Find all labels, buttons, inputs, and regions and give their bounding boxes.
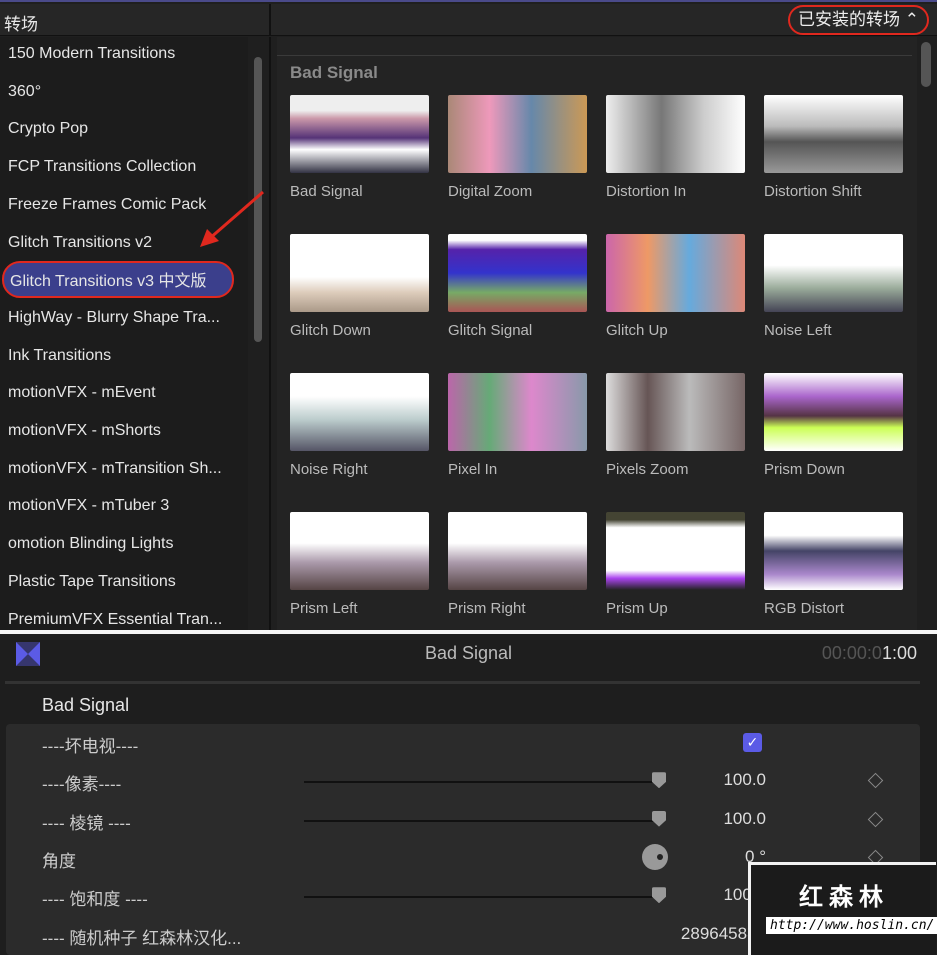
transition-grid: Bad Signal Bad Signal Digital Zoom Distort…: [277, 37, 917, 632]
sidebar-item[interactable]: Glitch Transitions v3 中文版: [2, 261, 234, 299]
inspector-title: Bad Signal: [424, 643, 513, 663]
param-name: ----像素----: [42, 775, 122, 795]
slider-knob[interactable]: [652, 810, 666, 827]
thumbnail-image: [764, 512, 903, 590]
thumbnail-label: Pixels Zoom: [606, 461, 689, 478]
thumbnail-label: Prism Right: [448, 600, 526, 617]
param-name: ---- 随机种子 红森林汉化...: [42, 928, 242, 948]
transition-thumbnail[interactable]: RGB Distort: [764, 512, 904, 617]
sidebar-item[interactable]: omotion Blinding Lights: [0, 525, 248, 562]
thumbnail-label: Noise Right: [290, 461, 368, 478]
transition-thumbnail[interactable]: Digital Zoom: [448, 95, 588, 200]
panel-title: 转场: [4, 15, 38, 34]
thumbnail-image: [448, 95, 587, 173]
transition-thumbnail[interactable]: Noise Left: [764, 234, 904, 339]
sidebar-item[interactable]: motionVFX - mTransition Sh...: [0, 450, 248, 487]
param-name: ----坏电视----: [42, 737, 139, 756]
thumbnail-label: Distortion Shift: [764, 183, 862, 200]
effect-name: Bad Signal: [42, 695, 130, 715]
thumbnail-label: Digital Zoom: [448, 183, 533, 200]
transition-thumbnail[interactable]: Prism Right: [448, 512, 588, 617]
transition-thumbnail[interactable]: Prism Up: [606, 512, 746, 617]
sidebar-item[interactable]: motionVFX - mTuber 3: [0, 487, 248, 524]
thumbnail-label: Prism Down: [764, 461, 845, 478]
thumbnail-image: [606, 373, 745, 451]
thumbnail-label: Noise Left: [764, 322, 832, 339]
thumbnail-image: [448, 512, 587, 590]
angle-dial[interactable]: [642, 843, 668, 870]
transition-thumbnail[interactable]: Glitch Down: [290, 234, 430, 339]
checkbox[interactable]: ✓: [743, 733, 762, 752]
transition-thumbnail[interactable]: Prism Down: [764, 373, 904, 478]
thumbnail-label: RGB Distort: [764, 600, 845, 617]
param-row: ----像素---- 100.0: [6, 762, 920, 800]
thumbnail-image: [290, 95, 429, 173]
param-value[interactable]: 100.0: [723, 809, 766, 829]
transition-thumbnail[interactable]: Distortion In: [606, 95, 746, 200]
slider[interactable]: [304, 819, 664, 822]
thumbnail-image: [764, 234, 903, 312]
transition-thumbnail[interactable]: Pixel In: [448, 373, 588, 478]
transition-thumbnail[interactable]: Pixels Zoom: [606, 373, 746, 478]
sidebar-item[interactable]: FCP Transitions Collection: [0, 148, 248, 185]
slider-knob[interactable]: [652, 887, 666, 904]
thumbnail-label: Glitch Signal: [448, 322, 533, 339]
thumbnail-image: [606, 234, 745, 312]
timecode: 00:00:01:00: [821, 643, 917, 663]
thumbnail-image: [606, 95, 745, 173]
sidebar-item[interactable]: Ink Transitions: [0, 337, 248, 374]
thumbnail-image: [290, 512, 429, 590]
param-name: ---- 棱镜 ----: [42, 813, 131, 833]
dropdown-label: 已安装的转场: [798, 10, 901, 29]
browser-panel: 转场 已安装的转场 ⌃ 150 Modern Transitions 360° Cr…: [0, 0, 937, 632]
header: 转场 已安装的转场 ⌃: [0, 4, 937, 36]
group-title: Bad Signal: [290, 63, 378, 82]
thumbnail-image: [290, 234, 429, 312]
thumbnail-image: [448, 373, 587, 451]
red-arrow-icon: [200, 190, 264, 247]
thumbnail-image: [290, 373, 429, 451]
thumbnail-label: Pixel In: [448, 461, 498, 478]
param-name: ---- 饱和度 ----: [42, 890, 148, 910]
thumbnail-label: Prism Up: [606, 600, 668, 617]
slider-knob[interactable]: [652, 772, 666, 789]
thumbnail-image: [764, 95, 903, 173]
sidebar-item[interactable]: HighWay - Blurry Shape Tra...: [0, 299, 248, 336]
transition-thumbnail[interactable]: Prism Left: [290, 512, 430, 617]
slider[interactable]: [304, 896, 664, 899]
chevron-updown-icon: ⌃: [904, 10, 919, 29]
thumbnail-image: [764, 373, 903, 451]
sidebar: 150 Modern Transitions 360° Crypto Pop FCP …: [0, 37, 248, 632]
param-row: ---- 棱镜 ---- 100.0: [6, 801, 920, 839]
slider[interactable]: [304, 781, 664, 784]
grid-scrollbar[interactable]: [921, 42, 931, 87]
keyframe-icon[interactable]: [867, 811, 884, 827]
thumbnail-label: Glitch Down: [290, 322, 371, 339]
installed-transitions-dropdown[interactable]: 已安装的转场 ⌃: [788, 5, 929, 35]
keyframe-icon[interactable]: [867, 773, 884, 789]
thumbnail-label: Distortion In: [606, 183, 687, 200]
sidebar-item[interactable]: 150 Modern Transitions: [0, 35, 248, 72]
transition-thumbnail[interactable]: Distortion Shift: [764, 95, 904, 200]
thumbnail-label: Bad Signal: [290, 183, 363, 200]
sidebar-item[interactable]: Plastic Tape Transitions: [0, 563, 248, 600]
thumbnail-label: Prism Left: [290, 600, 358, 617]
transition-thumbnail[interactable]: Glitch Signal: [448, 234, 588, 339]
sidebar-item[interactable]: 360°: [0, 73, 248, 110]
param-name: 角度: [42, 851, 76, 871]
param-row: ----坏电视---- ✓: [6, 724, 920, 762]
transition-thumbnail[interactable]: Glitch Up: [606, 234, 746, 339]
thumbnail-image: [606, 512, 745, 590]
thumbnail-image: [448, 234, 587, 312]
sidebar-item[interactable]: motionVFX - mShorts: [0, 412, 248, 449]
thumbnail-label: Glitch Up: [606, 322, 668, 339]
param-value[interactable]: 100.0: [723, 770, 766, 790]
watermark: 红森林 http://www.hoslin.cn/: [748, 862, 937, 955]
transition-thumbnail[interactable]: Bad Signal: [290, 95, 430, 200]
transition-thumbnail[interactable]: Noise Right: [290, 373, 430, 478]
sidebar-item[interactable]: motionVFX - mEvent: [0, 374, 248, 411]
sidebar-item[interactable]: Crypto Pop: [0, 110, 248, 147]
